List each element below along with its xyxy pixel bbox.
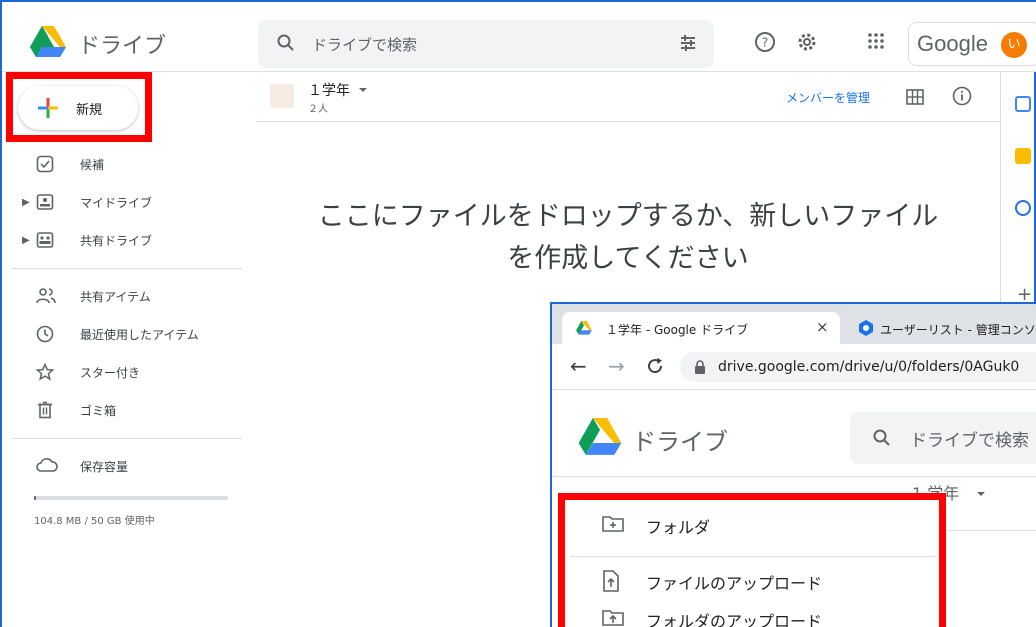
star-icon <box>36 363 54 381</box>
storage-bar <box>34 496 228 500</box>
sidebar-item-my-drive[interactable]: ▶ マイドライブ <box>2 184 242 220</box>
info-icon[interactable] <box>952 86 972 106</box>
member-count: ２人 <box>308 104 328 115</box>
grid-view-icon[interactable] <box>906 89 924 105</box>
google-logo-text: Google <box>917 31 988 56</box>
shared-drives-icon <box>36 232 54 248</box>
sidebar-item-shared-drives[interactable]: ▶ 共有ドライブ <box>2 222 242 258</box>
sidebar-divider <box>12 268 242 269</box>
avatar[interactable]: い <box>1001 32 1027 58</box>
cloud-icon <box>36 458 58 472</box>
tab-title: ユーザーリスト - 管理コンソール <box>880 323 1036 337</box>
menu-highlight <box>558 493 946 627</box>
close-tab-icon[interactable]: × <box>816 318 829 336</box>
folder-thumbnail <box>270 84 294 108</box>
sidebar-item-suggested[interactable]: 候補 <box>2 146 242 182</box>
svg-text:?: ? <box>762 36 768 50</box>
tab-drive[interactable]: １学年 - Google ドライブ × <box>562 312 840 344</box>
search-icon[interactable] <box>276 33 296 53</box>
browser-toolbar: ← → drive.google.com/drive/u/0/folders/0… <box>552 344 1036 390</box>
drop-hint-line-1: ここにファイルをドロップするか、新しいファイル <box>317 201 939 232</box>
chevron-down-icon[interactable] <box>358 86 368 94</box>
search-icon[interactable] <box>872 428 892 448</box>
clock-icon <box>36 325 54 343</box>
storage-usage-text: 104.8 MB / 50 GB 使用中 <box>34 516 155 527</box>
sidebar-item-trash[interactable]: ゴミ箱 <box>2 392 242 428</box>
search-placeholder[interactable]: ドライブで検索 <box>910 426 1029 451</box>
calendar-icon[interactable] <box>1015 96 1031 112</box>
sidebar-item-label: 保存容量 <box>80 460 129 474</box>
reload-icon[interactable] <box>646 357 664 375</box>
sidebar-item-label: 最近使用したアイテム <box>80 328 199 342</box>
google-account-chip[interactable]: Google い <box>908 22 1036 66</box>
header-divider <box>552 476 1036 477</box>
settings-gear-icon[interactable] <box>796 31 818 53</box>
check-square-icon <box>36 155 54 173</box>
sidebar: 新規 候補 ▶ マイドライブ ▶ 共有ドライブ 共有アイテム 最近使用したアイテ… <box>2 72 242 627</box>
brand-name: ドライブ <box>632 428 728 456</box>
expand-caret-icon[interactable]: ▶ <box>22 197 30 208</box>
drive-logo-icon[interactable] <box>30 26 66 58</box>
search-bar[interactable]: ドライブで検索 <box>258 20 714 68</box>
drive-logo-icon <box>578 418 622 455</box>
sidebar-item-label: 候補 <box>80 158 105 172</box>
apps-grid-icon[interactable] <box>866 31 886 51</box>
forward-arrow-icon[interactable]: → <box>608 354 625 378</box>
folder-name[interactable]: １学年 <box>308 80 350 100</box>
back-arrow-icon[interactable]: ← <box>570 354 587 378</box>
admin-console-icon <box>859 320 873 336</box>
storage-bar-fill <box>34 496 36 500</box>
keep-icon[interactable] <box>1015 148 1031 164</box>
drop-zone-hint: ここにファイルをドロップするか、新しいファイル を作成してください <box>256 196 1000 280</box>
drop-hint-line-2: を作成してください <box>507 243 749 274</box>
my-drive-icon <box>36 194 54 210</box>
url-text[interactable]: drive.google.com/drive/u/0/folders/0AGuk… <box>718 359 1019 375</box>
tasks-icon[interactable] <box>1015 200 1031 216</box>
people-icon <box>36 288 56 304</box>
tab-title: １学年 - Google ドライブ <box>606 323 749 337</box>
sidebar-item-shared-with-me[interactable]: 共有アイテム <box>2 278 242 314</box>
sidebar-item-label: ゴミ箱 <box>80 404 117 418</box>
chevron-down-icon[interactable] <box>976 490 986 498</box>
sidebar-divider <box>12 438 242 439</box>
sidebar-item-label: スター付き <box>80 366 141 380</box>
help-icon[interactable]: ? <box>754 31 776 53</box>
browser-tab-strip: １学年 - Google ドライブ × ユーザーリスト - 管理コンソール <box>552 304 1036 344</box>
sidebar-item-recent[interactable]: 最近使用したアイテム <box>2 316 242 352</box>
expand-caret-icon[interactable]: ▶ <box>22 235 30 246</box>
search-bar[interactable]: ドライブで検索 <box>850 412 1036 464</box>
sidebar-item-storage[interactable]: 保存容量 <box>2 448 242 484</box>
lock-icon[interactable] <box>694 360 706 374</box>
drive-logo-icon <box>576 321 592 335</box>
sidebar-item-label: 共有アイテム <box>80 290 151 304</box>
sidebar-item-starred[interactable]: スター付き <box>2 354 242 390</box>
search-options-icon[interactable] <box>678 33 698 53</box>
new-button-highlight <box>6 72 152 142</box>
brand-name: ドライブ <box>78 34 167 59</box>
address-bar[interactable]: drive.google.com/drive/u/0/folders/0AGuk… <box>680 352 1036 382</box>
sidebar-item-label: マイドライブ <box>80 196 153 210</box>
manage-members-link[interactable]: メンバーを管理 <box>786 89 870 106</box>
folder-divider <box>932 530 1036 531</box>
sidebar-item-label: 共有ドライブ <box>80 234 153 248</box>
folder-header: １学年 ２人 メンバーを管理 <box>256 72 1000 122</box>
search-placeholder[interactable]: ドライブで検索 <box>312 34 417 55</box>
top-bar: ドライブ ドライブで検索 ? Google い <box>2 2 1036 72</box>
trash-icon <box>38 401 52 419</box>
